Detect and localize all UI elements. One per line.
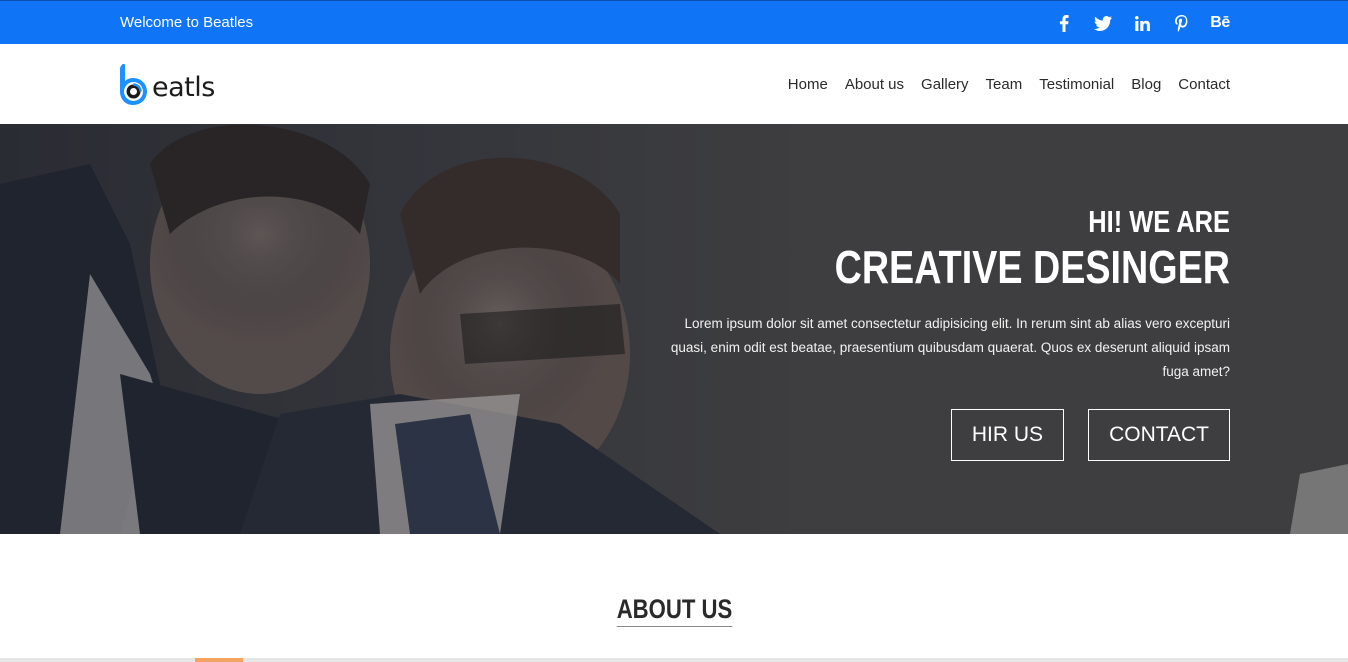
- menu-item-team[interactable]: Team: [986, 76, 1023, 93]
- linkedin-icon[interactable]: [1132, 13, 1152, 33]
- welcome-text: Welcome to Beatles: [120, 14, 254, 31]
- menu-item-blog[interactable]: Blog: [1131, 76, 1161, 93]
- pinterest-icon[interactable]: [1171, 13, 1191, 33]
- contact-button[interactable]: CONTACT: [1088, 409, 1230, 461]
- logo-mark-icon: [120, 63, 147, 105]
- menu-item-contact[interactable]: Contact: [1178, 76, 1230, 93]
- about-heading: ABOUT US: [616, 592, 732, 627]
- logo-text: eatls: [152, 72, 215, 103]
- twitter-icon[interactable]: [1093, 13, 1113, 33]
- menu-item-home[interactable]: Home: [788, 76, 828, 93]
- hero-content: HI! WE ARE CREATIVE DESINGER Lorem ipsum…: [670, 202, 1230, 461]
- menu-item-testimonial[interactable]: Testimonial: [1039, 76, 1114, 93]
- social-links: Bē: [1035, 13, 1230, 33]
- top-bar: Welcome to Beatles Bē: [0, 0, 1348, 44]
- main-navbar: eatls Home About us Gallery Team Testimo…: [0, 44, 1348, 124]
- main-menu: Home About us Gallery Team Testimonial B…: [771, 76, 1230, 93]
- hire-us-button[interactable]: HIR US: [950, 409, 1065, 461]
- about-content-strip: [0, 658, 1348, 662]
- behance-icon[interactable]: Bē: [1210, 13, 1230, 33]
- hero-banner: HI! WE ARE CREATIVE DESINGER Lorem ipsum…: [0, 124, 1348, 534]
- hero-title: CREATIVE DESINGER: [834, 241, 1230, 293]
- about-heading-wrap: ABOUT US: [0, 592, 1348, 627]
- facebook-icon[interactable]: [1054, 13, 1074, 33]
- hero-description: Lorem ipsum dolor sit amet consectetur a…: [670, 316, 1230, 379]
- about-accent-bar: [195, 658, 243, 662]
- about-section: ABOUT US: [0, 534, 1348, 662]
- menu-item-about-us[interactable]: About us: [845, 76, 904, 93]
- logo[interactable]: eatls: [119, 63, 215, 105]
- menu-item-gallery[interactable]: Gallery: [921, 76, 969, 93]
- hero-buttons: HIR US CONTACT: [670, 409, 1230, 461]
- hero-subtitle: HI! WE ARE: [1088, 204, 1230, 239]
